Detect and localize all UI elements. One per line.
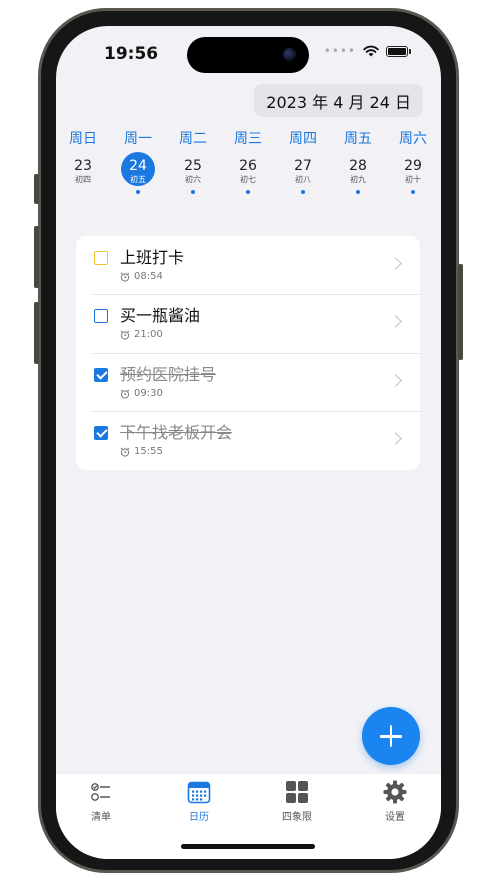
- task-title: 下午找老板开会: [120, 423, 233, 442]
- task-dot: [356, 190, 360, 194]
- status-time: 19:56: [104, 44, 159, 64]
- alarm-clock-icon: [120, 447, 130, 457]
- weekday-mon: 周一: [124, 131, 152, 147]
- battery-icon: [386, 45, 408, 57]
- volume-up-button: [34, 226, 39, 288]
- gear-icon: [383, 780, 407, 804]
- chevron-right-icon: [389, 432, 402, 445]
- alarm-clock-icon: [120, 272, 130, 282]
- tab-calendar-label: 日历: [189, 812, 209, 823]
- day-27[interactable]: 27 初八: [286, 152, 320, 194]
- weekday-tue: 周二: [179, 131, 207, 147]
- task-dot: [136, 190, 140, 194]
- task-time-text: 15:55: [134, 446, 163, 457]
- task-time: 09:30: [120, 388, 163, 399]
- silent-switch: [34, 174, 39, 204]
- day-number: 26: [239, 158, 257, 174]
- app-screen: 19:56 •••• 2023 年 4 月 24 日 周日 周一 周二 周三 周…: [56, 26, 441, 859]
- day-29[interactable]: 29 初十: [396, 152, 430, 194]
- chevron-right-icon: [389, 315, 402, 328]
- alarm-clock-icon: [120, 330, 130, 340]
- task-checkbox[interactable]: [94, 251, 108, 265]
- task-row[interactable]: 买一瓶酱油 21:00: [76, 294, 420, 352]
- day-number: 27: [294, 158, 312, 174]
- task-list: 上班打卡 08:54 买一瓶酱油 21:00 预约医院挂号 09:30 下午找老…: [76, 236, 420, 470]
- task-dot: [301, 190, 305, 194]
- alarm-clock-icon: [120, 389, 130, 399]
- task-row[interactable]: 下午找老板开会 15:55: [76, 411, 420, 469]
- task-dot: [246, 190, 250, 194]
- day-25[interactable]: 25 初六: [176, 152, 210, 194]
- tab-list[interactable]: 清单: [61, 780, 141, 823]
- current-date: 2023 年 4 月 24 日: [266, 92, 411, 112]
- day-number: 28: [349, 158, 367, 174]
- task-time-text: 08:54: [134, 271, 163, 282]
- tab-settings[interactable]: 设置: [355, 780, 435, 823]
- date-picker-button[interactable]: 2023 年 4 月 24 日: [254, 84, 423, 117]
- signal-dots-icon: ••••: [323, 44, 356, 58]
- power-button: [458, 264, 463, 360]
- wifi-icon: [363, 45, 379, 57]
- day-number: 24: [129, 158, 147, 174]
- weekday-thu: 周四: [289, 131, 317, 147]
- day-number: 25: [184, 158, 202, 174]
- day-28[interactable]: 28 初九: [341, 152, 375, 194]
- add-task-button[interactable]: [362, 707, 420, 765]
- tab-calendar[interactable]: 日历: [159, 780, 239, 823]
- task-time: 08:54: [120, 271, 163, 282]
- home-indicator[interactable]: [181, 844, 315, 849]
- task-time-text: 09:30: [134, 388, 163, 399]
- lunar-date: 初七: [240, 175, 256, 184]
- lunar-date: 初八: [295, 175, 311, 184]
- weekday-header-row: 周日 周一 周二 周三 周四 周五 周六: [56, 128, 441, 148]
- task-time-text: 21:00: [134, 329, 163, 340]
- dynamic-island: [187, 37, 309, 73]
- task-title: 预约医院挂号: [120, 365, 217, 384]
- chevron-right-icon: [389, 257, 402, 270]
- status-icons: ••••: [324, 44, 411, 58]
- task-row[interactable]: 预约医院挂号 09:30: [76, 353, 420, 411]
- lunar-date: 初四: [75, 175, 91, 184]
- battery-cap: [409, 48, 411, 54]
- task-dot: [411, 190, 415, 194]
- task-dot: [191, 190, 195, 194]
- tab-quadrant[interactable]: 四象限: [257, 780, 337, 823]
- weekday-wed: 周三: [234, 131, 262, 147]
- weekday-sun: 周日: [69, 131, 97, 147]
- task-time: 15:55: [120, 446, 163, 457]
- task-title: 上班打卡: [120, 248, 185, 267]
- tab-list-label: 清单: [91, 812, 111, 823]
- task-row[interactable]: 上班打卡 08:54: [76, 236, 420, 294]
- task-title: 买一瓶酱油: [120, 306, 201, 325]
- task-checkbox[interactable]: [94, 309, 108, 323]
- lunar-date: 初五: [130, 175, 146, 184]
- day-24-selected[interactable]: 24 初五: [121, 152, 155, 194]
- tab-settings-label: 设置: [385, 812, 405, 823]
- checklist-icon: [89, 780, 113, 804]
- weekday-sat: 周六: [399, 131, 427, 147]
- camera-icon: [283, 48, 296, 61]
- lunar-date: 初六: [185, 175, 201, 184]
- volume-down-button: [34, 302, 39, 364]
- calendar-icon: [187, 780, 211, 804]
- day-number: 29: [404, 158, 422, 174]
- day-number: 23: [74, 158, 92, 174]
- weekday-fri: 周五: [344, 131, 372, 147]
- week-day-strip: 23 初四 24 初五 25 初六 26 初七 27 初八 28 初九 29 初…: [56, 152, 441, 200]
- task-time: 21:00: [120, 329, 163, 340]
- lunar-date: 初九: [350, 175, 366, 184]
- tab-quadrant-label: 四象限: [282, 812, 312, 823]
- task-checkbox-checked[interactable]: [94, 368, 108, 382]
- day-26[interactable]: 26 初七: [231, 152, 265, 194]
- task-checkbox-checked[interactable]: [94, 426, 108, 440]
- grid-quadrant-icon: [285, 780, 309, 804]
- lunar-date: 初十: [405, 175, 421, 184]
- chevron-right-icon: [389, 374, 402, 387]
- day-23[interactable]: 23 初四: [66, 152, 100, 185]
